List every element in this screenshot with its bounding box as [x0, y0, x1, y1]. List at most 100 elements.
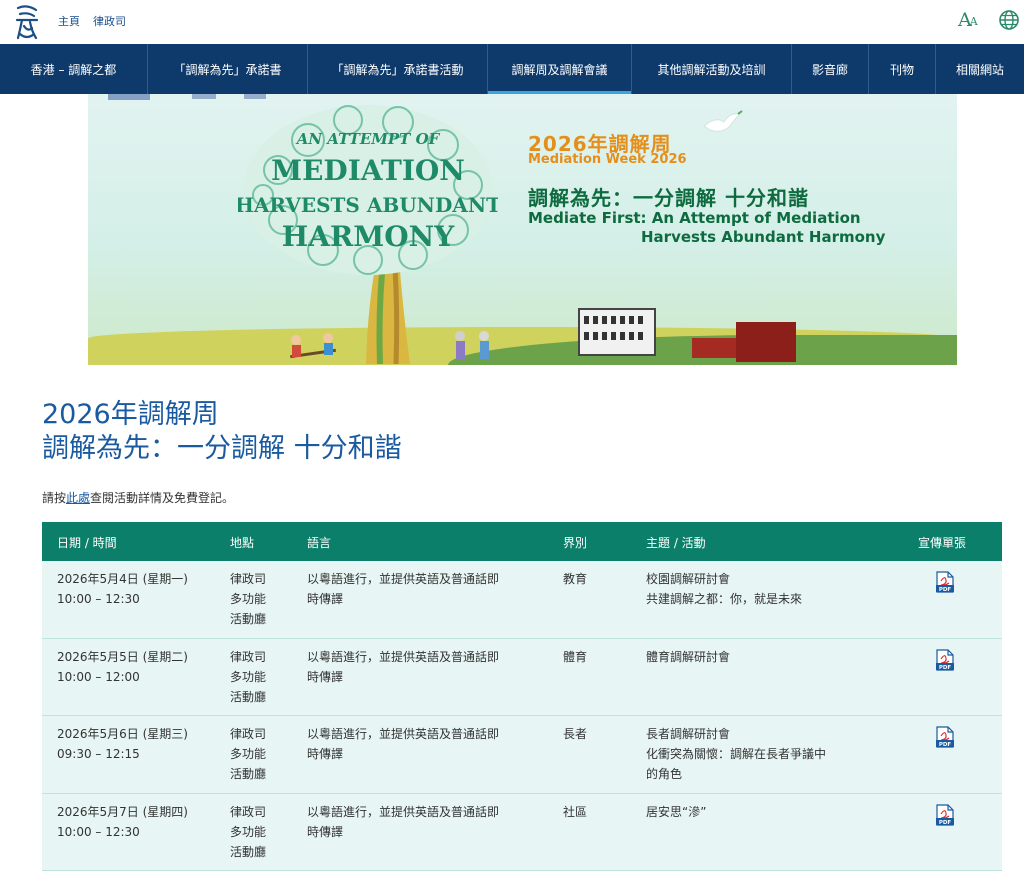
cell-venue-line: 律政司 [230, 650, 267, 664]
nav-item-charter[interactable]: 「調解為先」承諾書 [148, 44, 308, 94]
cell-date: 2026年5月6日 (星期三) [57, 727, 188, 741]
page-subtitle: 調解為先：一分調解 十分和諧 [42, 433, 402, 464]
nav-item-label: 「調解為先」承諾書活動 [331, 62, 464, 77]
pdf-icon-label: PDF [939, 742, 952, 748]
banner-slogan-en-line2: Harvests Abundant Harmony [641, 228, 886, 246]
tree-text-line-4: HARMONY [282, 220, 455, 253]
cell-topic-line: 校園調解研討會 [646, 572, 731, 586]
nav-item-mediation-week[interactable]: 調解周及調解會議 [488, 44, 632, 94]
cell-sector: 社區 [563, 805, 588, 819]
column-header-topic: 主題 / 活動 [646, 536, 706, 550]
tree-text-line-3: HARVESTS ABUNDANT [238, 193, 498, 217]
column-header-sector: 界別 [563, 536, 588, 550]
nav-item-related-links[interactable]: 相關網站 [936, 44, 1024, 94]
banner-slogan-cn: 調解為先：一分調解 十分和諧 [528, 186, 809, 210]
intro-text-after: 查閱活動詳情及免費登記。 [90, 491, 235, 505]
pdf-icon-label: PDF [939, 820, 952, 826]
people-illustration [290, 331, 489, 359]
column-header-venue: 地點 [230, 536, 255, 550]
cell-date: 2026年5月4日 (星期一) [57, 572, 188, 586]
table-row: 2026年5月7日 (星期四) 10:00 – 12:30 律政司 多功能 活動廳 以粵語… [42, 794, 1002, 871]
intro-text: 請按此處查閱活動詳情及免費登記。 [42, 489, 234, 506]
building-white [578, 308, 656, 356]
nav-item-other-activities[interactable]: 其他調解活動及培訓 [632, 44, 792, 94]
text-size-icon[interactable]: AA [958, 9, 982, 33]
tree-text-line-2: MEDIATION [271, 154, 465, 187]
doj-link[interactable]: 律政司 [93, 13, 126, 29]
cell-date: 2026年5月5日 (星期二) [57, 650, 188, 664]
doj-logo[interactable] [14, 4, 40, 42]
nav-item-label: 刊物 [889, 62, 914, 77]
pdf-icon-label: PDF [939, 587, 952, 593]
table-header: 日期 / 時間 地點 語言 界別 主題 / 活動 宣傳單張 [42, 522, 1002, 561]
cell-venue-line: 多功能 [230, 592, 267, 606]
cell-language-line: 以粵語進行，並提供英語及普通話即 [307, 727, 500, 741]
building-red-small [692, 338, 740, 358]
column-header-date: 日期 / 時間 [57, 536, 117, 550]
building-red [736, 322, 796, 362]
top-utility-bar: 主頁 律政司 AA [0, 0, 1024, 44]
cell-topic-line: 居安思“滲” [646, 805, 707, 819]
nav-item-label: 香港 – 調解之都 [30, 62, 117, 77]
cell-venue-line: 多功能 [230, 670, 267, 684]
tree-text-line-1: AN ATTEMPT OF [295, 130, 441, 148]
cell-topic-line: 化衝突為關懷：調解在長者爭議中 [646, 747, 827, 761]
cell-date: 2026年5月7日 (星期四) [57, 805, 188, 819]
dove-icon [703, 110, 743, 132]
nav-item-charter-activities[interactable]: 「調解為先」承諾書活動 [308, 44, 488, 94]
main-navigation: 香港 – 調解之都 「調解為先」承諾書 「調解為先」承諾書活動 調解周及調解會議… [0, 44, 1024, 94]
cell-venue-line: 活動廳 [230, 690, 267, 704]
nav-item-mediation-hub[interactable]: 香港 – 調解之都 [0, 44, 148, 94]
cell-topic-line: 體育調解研討會 [646, 650, 731, 664]
nav-item-label: 相關網站 [955, 62, 1004, 77]
registration-link[interactable]: 此處 [66, 491, 90, 505]
nav-item-label: 調解周及調解會議 [511, 62, 608, 77]
intro-text-before: 請按 [42, 491, 67, 505]
table-row: 2026年5月4日 (星期一) 10:00 – 12:30 律政司多功能活動廳 以粵語… [42, 561, 1002, 639]
banner-slogan-en-line1: Mediate First: An Attempt of Mediation [528, 209, 861, 227]
table-row: 2026年5月6日 (星期三) 09:30 – 12:15 律政司多功能活動廳 以粵語… [42, 716, 1002, 794]
cell-time: 10:00 – 12:30 [57, 592, 140, 606]
cell-venue-line: 活動廳 [230, 767, 267, 781]
cell-venue-line: 活動廳 [230, 612, 267, 626]
pdf-icon-label: PDF [939, 665, 952, 671]
cell-venue-line: 多功能 [230, 825, 267, 839]
pdf-icon[interactable]: PDF [936, 804, 954, 826]
nav-item-label: 「調解為先」承諾書 [173, 62, 282, 77]
nav-item-media-gallery[interactable]: 影音廊 [792, 44, 869, 94]
cell-venue-line: 多功能 [230, 747, 267, 761]
cell-sector: 長者 [563, 727, 588, 741]
pdf-icon[interactable]: PDF [936, 571, 954, 593]
nav-item-publications[interactable]: 刊物 [869, 44, 936, 94]
globe-icon[interactable] [998, 9, 1020, 31]
cell-topic-line: 的角色 [646, 767, 683, 781]
cell-sector: 教育 [563, 572, 588, 586]
column-header-flyer: 宣傳單張 [918, 536, 967, 550]
banner-title-en: Mediation Week 2026 [528, 152, 687, 167]
cell-time: 09:30 – 12:15 [57, 747, 140, 761]
cell-language-line: 以粵語進行，並提供英語及普通話即 [307, 650, 500, 664]
pdf-icon[interactable]: PDF [936, 726, 954, 748]
nav-item-label: 影音廊 [811, 62, 848, 77]
nav-item-label: 其他調解活動及培訓 [657, 62, 766, 77]
column-header-language: 語言 [307, 536, 332, 550]
cell-topic-line: 共建調解之都：你，就是未來 [646, 592, 803, 606]
cell-time: 10:00 – 12:00 [57, 670, 140, 684]
cell-language-line: 時傳譯 [307, 592, 344, 606]
cell-venue-line: 律政司 [230, 572, 267, 586]
cell-venue-line: 律政司 [230, 727, 267, 741]
cell-language-line: 時傳譯 [307, 825, 344, 839]
cell-language-line: 以粵語進行，並提供英語及普通話即 [307, 805, 500, 819]
events-table: 日期 / 時間 地點 語言 界別 主題 / 活動 宣傳單張 2026年5月4日 … [42, 522, 1002, 871]
page-title: 2026年調解周 [42, 399, 219, 430]
cell-language-line: 以粵語進行，並提供英語及普通話即 [307, 572, 500, 586]
table-row: 2026年5月5日 (星期二) 10:00 – 12:00 律政司多功能活動廳 以粵語… [42, 639, 1002, 716]
tree-crown: AN ATTEMPT OF MEDIATION HARVESTS ABUNDAN… [238, 105, 498, 275]
cell-topic-line: 長者調解研討會 [646, 727, 731, 741]
cell-venue-line: 律政司 [230, 805, 267, 819]
cell-sector: 體育 [563, 650, 588, 664]
mediation-week-banner: AN ATTEMPT OF MEDIATION HARVESTS ABUNDAN… [88, 94, 957, 365]
pdf-icon[interactable]: PDF [936, 649, 954, 671]
cell-language-line: 時傳譯 [307, 747, 344, 761]
home-link[interactable]: 主頁 [58, 13, 80, 29]
